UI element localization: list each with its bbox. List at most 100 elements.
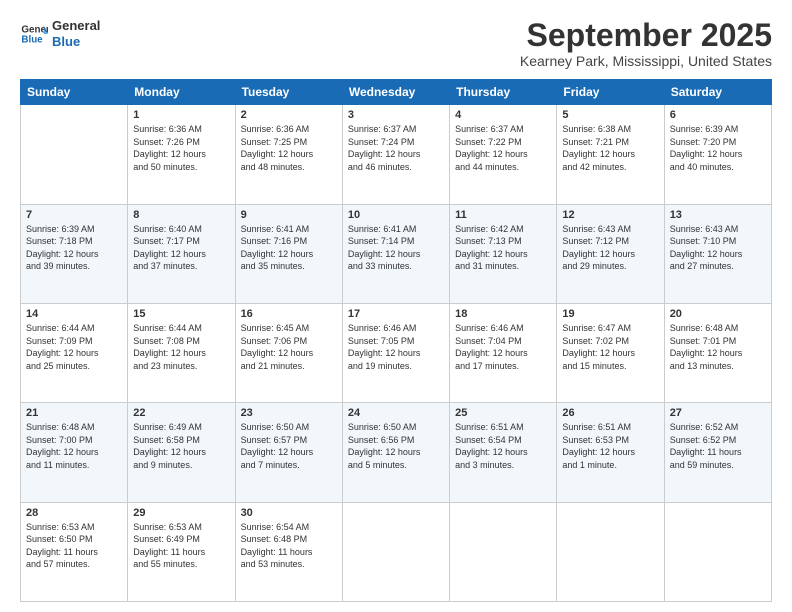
day-info: Sunrise: 6:41 AM Sunset: 7:16 PM Dayligh… bbox=[241, 223, 337, 273]
day-info: Sunrise: 6:37 AM Sunset: 7:22 PM Dayligh… bbox=[455, 123, 551, 173]
day-header-tuesday: Tuesday bbox=[235, 80, 342, 105]
calendar-day-8: 8 Sunrise: 6:40 AM Sunset: 7:17 PM Daylig… bbox=[128, 204, 235, 303]
calendar-day-21: 21Sunrise: 6:48 AM Sunset: 7:00 PM Dayli… bbox=[21, 403, 128, 502]
day-header-friday: Friday bbox=[557, 80, 664, 105]
day-number: 30 bbox=[241, 507, 337, 519]
calendar-week-row: 28 Sunrise: 6:53 AM Sunset: 6:50 PM Dayli… bbox=[21, 502, 772, 601]
day-header-sunday: Sunday bbox=[21, 80, 128, 105]
header: General Blue General Blue September 2025… bbox=[20, 18, 772, 69]
day-info: Sunrise: 6:39 AM Sunset: 7:20 PM Dayligh… bbox=[670, 123, 766, 173]
day-number: 13 bbox=[670, 209, 766, 221]
day-number: 20 bbox=[670, 308, 766, 320]
day-info: Sunrise: 6:38 AM Sunset: 7:21 PM Dayligh… bbox=[562, 123, 658, 173]
day-number: 4 bbox=[455, 109, 551, 121]
calendar-day-6: 6 Sunrise: 6:39 AM Sunset: 7:20 PM Daylig… bbox=[664, 105, 771, 204]
day-info: Sunrise: 6:39 AM Sunset: 7:18 PM Dayligh… bbox=[26, 223, 122, 273]
day-info: Sunrise: 6:36 AM Sunset: 7:25 PM Dayligh… bbox=[241, 123, 337, 173]
calendar-day-5: 5 Sunrise: 6:38 AM Sunset: 7:21 PM Daylig… bbox=[557, 105, 664, 204]
calendar-week-row: 7 Sunrise: 6:39 AM Sunset: 7:18 PM Daylig… bbox=[21, 204, 772, 303]
day-info: Sunrise: 6:46 AM Sunset: 7:04 PM Dayligh… bbox=[455, 322, 551, 372]
day-info: Sunrise: 6:44 AM Sunset: 7:09 PM Dayligh… bbox=[26, 322, 122, 372]
calendar-day-30: 30 Sunrise: 6:54 AM Sunset: 6:48 PM Dayli… bbox=[235, 502, 342, 601]
calendar-day-29: 29 Sunrise: 6:53 AM Sunset: 6:49 PM Dayli… bbox=[128, 502, 235, 601]
day-info: Sunrise: 6:46 AM Sunset: 7:05 PM Dayligh… bbox=[348, 322, 444, 372]
day-info: Sunrise: 6:50 AM Sunset: 6:56 PM Dayligh… bbox=[348, 421, 444, 471]
calendar-day-19: 19Sunrise: 6:47 AM Sunset: 7:02 PM Dayli… bbox=[557, 303, 664, 402]
day-info: Sunrise: 6:54 AM Sunset: 6:48 PM Dayligh… bbox=[241, 521, 337, 571]
day-info: Sunrise: 6:41 AM Sunset: 7:14 PM Dayligh… bbox=[348, 223, 444, 273]
calendar-day-7: 7 Sunrise: 6:39 AM Sunset: 7:18 PM Daylig… bbox=[21, 204, 128, 303]
day-info: Sunrise: 6:37 AM Sunset: 7:24 PM Dayligh… bbox=[348, 123, 444, 173]
calendar-week-row: 1Sunrise: 6:36 AM Sunset: 7:26 PM Daylig… bbox=[21, 105, 772, 204]
calendar-table: SundayMondayTuesdayWednesdayThursdayFrid… bbox=[20, 79, 772, 602]
day-header-thursday: Thursday bbox=[450, 80, 557, 105]
day-number: 23 bbox=[241, 407, 337, 419]
logo-line1: General bbox=[52, 18, 100, 34]
calendar-day-25: 25Sunrise: 6:51 AM Sunset: 6:54 PM Dayli… bbox=[450, 403, 557, 502]
day-number: 10 bbox=[348, 209, 444, 221]
calendar-empty-cell bbox=[450, 502, 557, 601]
day-header-wednesday: Wednesday bbox=[342, 80, 449, 105]
day-number: 7 bbox=[26, 209, 122, 221]
day-number: 25 bbox=[455, 407, 551, 419]
calendar-day-13: 13 Sunrise: 6:43 AM Sunset: 7:10 PM Dayli… bbox=[664, 204, 771, 303]
day-info: Sunrise: 6:50 AM Sunset: 6:57 PM Dayligh… bbox=[241, 421, 337, 471]
calendar-day-9: 9 Sunrise: 6:41 AM Sunset: 7:16 PM Daylig… bbox=[235, 204, 342, 303]
day-info: Sunrise: 6:40 AM Sunset: 7:17 PM Dayligh… bbox=[133, 223, 229, 273]
day-number: 8 bbox=[133, 209, 229, 221]
day-number: 18 bbox=[455, 308, 551, 320]
day-info: Sunrise: 6:47 AM Sunset: 7:02 PM Dayligh… bbox=[562, 322, 658, 372]
day-number: 27 bbox=[670, 407, 766, 419]
day-info: Sunrise: 6:43 AM Sunset: 7:10 PM Dayligh… bbox=[670, 223, 766, 273]
day-info: Sunrise: 6:52 AM Sunset: 6:52 PM Dayligh… bbox=[670, 421, 766, 471]
calendar-empty-cell bbox=[21, 105, 128, 204]
day-number: 3 bbox=[348, 109, 444, 121]
day-number: 28 bbox=[26, 507, 122, 519]
day-number: 29 bbox=[133, 507, 229, 519]
day-number: 22 bbox=[133, 407, 229, 419]
day-info: Sunrise: 6:48 AM Sunset: 7:01 PM Dayligh… bbox=[670, 322, 766, 372]
day-number: 12 bbox=[562, 209, 658, 221]
day-header-saturday: Saturday bbox=[664, 80, 771, 105]
calendar-week-row: 21Sunrise: 6:48 AM Sunset: 7:00 PM Dayli… bbox=[21, 403, 772, 502]
calendar-week-row: 14Sunrise: 6:44 AM Sunset: 7:09 PM Dayli… bbox=[21, 303, 772, 402]
day-number: 26 bbox=[562, 407, 658, 419]
calendar-day-12: 12 Sunrise: 6:43 AM Sunset: 7:12 PM Dayli… bbox=[557, 204, 664, 303]
day-number: 1 bbox=[133, 109, 229, 121]
day-info: Sunrise: 6:42 AM Sunset: 7:13 PM Dayligh… bbox=[455, 223, 551, 273]
day-info: Sunrise: 6:43 AM Sunset: 7:12 PM Dayligh… bbox=[562, 223, 658, 273]
day-header-monday: Monday bbox=[128, 80, 235, 105]
calendar-day-26: 26 Sunrise: 6:51 AM Sunset: 6:53 PM Dayli… bbox=[557, 403, 664, 502]
month-title: September 2025 bbox=[520, 18, 772, 53]
location: Kearney Park, Mississippi, United States bbox=[520, 53, 772, 69]
calendar-empty-cell bbox=[664, 502, 771, 601]
day-number: 6 bbox=[670, 109, 766, 121]
day-info: Sunrise: 6:44 AM Sunset: 7:08 PM Dayligh… bbox=[133, 322, 229, 372]
calendar-empty-cell bbox=[557, 502, 664, 601]
day-info: Sunrise: 6:49 AM Sunset: 6:58 PM Dayligh… bbox=[133, 421, 229, 471]
calendar-day-11: 11 Sunrise: 6:42 AM Sunset: 7:13 PM Dayli… bbox=[450, 204, 557, 303]
day-number: 5 bbox=[562, 109, 658, 121]
day-info: Sunrise: 6:53 AM Sunset: 6:49 PM Dayligh… bbox=[133, 521, 229, 571]
calendar-day-18: 18 Sunrise: 6:46 AM Sunset: 7:04 PM Dayli… bbox=[450, 303, 557, 402]
calendar-day-20: 20 Sunrise: 6:48 AM Sunset: 7:01 PM Dayli… bbox=[664, 303, 771, 402]
day-number: 2 bbox=[241, 109, 337, 121]
calendar-empty-cell bbox=[342, 502, 449, 601]
calendar-header-row: SundayMondayTuesdayWednesdayThursdayFrid… bbox=[21, 80, 772, 105]
calendar-day-17: 17Sunrise: 6:46 AM Sunset: 7:05 PM Dayli… bbox=[342, 303, 449, 402]
calendar-day-14: 14Sunrise: 6:44 AM Sunset: 7:09 PM Dayli… bbox=[21, 303, 128, 402]
calendar-day-23: 23 Sunrise: 6:50 AM Sunset: 6:57 PM Dayli… bbox=[235, 403, 342, 502]
calendar-day-3: 3 Sunrise: 6:37 AM Sunset: 7:24 PM Daylig… bbox=[342, 105, 449, 204]
day-number: 11 bbox=[455, 209, 551, 221]
day-number: 15 bbox=[133, 308, 229, 320]
day-number: 21 bbox=[26, 407, 122, 419]
svg-text:Blue: Blue bbox=[21, 34, 43, 45]
calendar-day-24: 24 Sunrise: 6:50 AM Sunset: 6:56 PM Dayli… bbox=[342, 403, 449, 502]
day-info: Sunrise: 6:53 AM Sunset: 6:50 PM Dayligh… bbox=[26, 521, 122, 571]
day-number: 9 bbox=[241, 209, 337, 221]
day-info: Sunrise: 6:51 AM Sunset: 6:53 PM Dayligh… bbox=[562, 421, 658, 471]
calendar-day-22: 22 Sunrise: 6:49 AM Sunset: 6:58 PM Dayli… bbox=[128, 403, 235, 502]
day-info: Sunrise: 6:45 AM Sunset: 7:06 PM Dayligh… bbox=[241, 322, 337, 372]
day-number: 24 bbox=[348, 407, 444, 419]
calendar-day-1: 1Sunrise: 6:36 AM Sunset: 7:26 PM Daylig… bbox=[128, 105, 235, 204]
